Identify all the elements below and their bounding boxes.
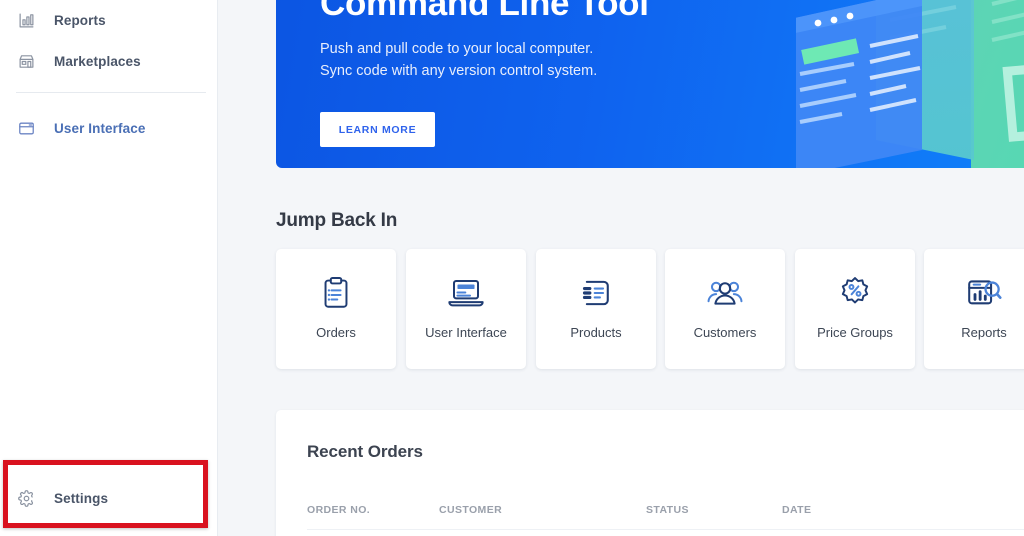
column-header-customer: CUSTOMER xyxy=(439,504,503,516)
card-label: Price Groups xyxy=(817,325,893,340)
learn-more-button[interactable]: LEARN MORE xyxy=(320,112,435,147)
sidebar-item-settings[interactable]: Settings xyxy=(0,478,218,518)
dashboard-page: Reports Marketplaces User Interface Sett… xyxy=(0,0,1024,536)
promo-banner: Command Line Tool Push and pull code to … xyxy=(276,0,1024,168)
card-customers[interactable]: Customers xyxy=(665,249,785,369)
sidebar-item-user-interface[interactable]: User Interface xyxy=(0,108,218,148)
column-header-date: DATE xyxy=(782,504,812,516)
column-header-status: STATUS xyxy=(646,504,689,516)
banner-title: Command Line Tool xyxy=(320,0,649,23)
report-search-icon xyxy=(966,274,1002,312)
sidebar-item-marketplaces[interactable]: Marketplaces xyxy=(0,41,218,81)
sidebar-divider xyxy=(16,92,206,93)
discount-badge-icon xyxy=(838,274,872,312)
card-label: Customers xyxy=(693,325,757,340)
sidebar-item-reports[interactable]: Reports xyxy=(0,0,218,40)
banner-subtitle-line-2: Sync code with any version control syste… xyxy=(320,63,598,79)
recent-orders-title: Recent Orders xyxy=(307,442,423,461)
card-label: Products xyxy=(570,325,622,340)
learn-more-label: LEARN MORE xyxy=(338,123,417,136)
card-products[interactable]: Products xyxy=(536,249,656,369)
gear-icon xyxy=(14,489,38,507)
card-reports[interactable]: Reports xyxy=(924,249,1024,369)
card-price-groups[interactable]: Price Groups xyxy=(795,249,915,369)
card-orders[interactable]: Orders xyxy=(276,249,396,369)
people-group-icon xyxy=(706,274,744,312)
card-label: Reports xyxy=(961,325,1007,340)
jump-back-in-title: Jump Back In xyxy=(276,210,398,231)
banner-subtitle-line-1: Push and pull code to your local compute… xyxy=(320,41,594,57)
banner-subtitle: Push and pull code to your local compute… xyxy=(320,38,597,82)
product-list-icon xyxy=(579,274,613,312)
column-header-order-no: ORDER NO. xyxy=(307,504,371,516)
banner-illustration xyxy=(796,0,1024,168)
sidebar: Reports Marketplaces User Interface Sett… xyxy=(0,0,218,536)
sidebar-item-label: Settings xyxy=(54,490,109,506)
main-content: Command Line Tool Push and pull code to … xyxy=(219,0,1024,536)
bar-chart-icon xyxy=(14,12,38,29)
sidebar-item-label: User Interface xyxy=(54,120,146,136)
sidebar-item-label: Marketplaces xyxy=(54,53,141,69)
table-header-divider xyxy=(307,529,1024,530)
sidebar-item-label: Reports xyxy=(54,12,106,28)
recent-orders-panel: Recent Orders ORDER NO. CUSTOMER STATUS … xyxy=(276,410,1024,536)
storefront-icon xyxy=(14,53,38,70)
clipboard-icon xyxy=(320,274,352,312)
laptop-icon xyxy=(447,274,485,312)
card-label: User Interface xyxy=(425,325,507,340)
card-user-interface[interactable]: User Interface xyxy=(406,249,526,369)
browser-window-icon xyxy=(14,120,38,137)
card-label: Orders xyxy=(316,325,356,340)
